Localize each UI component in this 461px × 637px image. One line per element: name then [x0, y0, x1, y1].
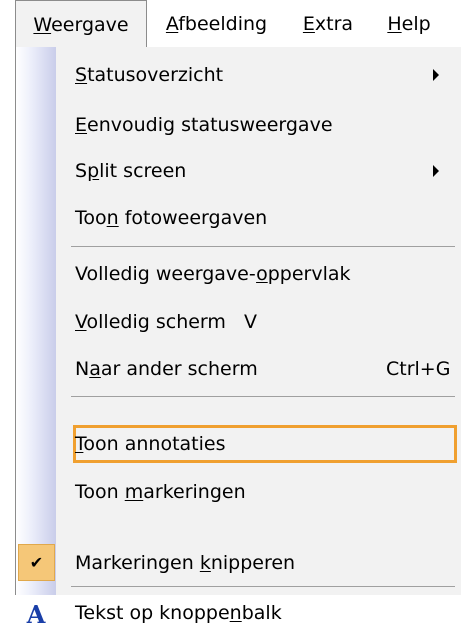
menu-item-tekst-op-knoppenbalk[interactable]: Tekst op knoppenbalk	[16, 589, 461, 637]
menu-item-label: Naar ander scherm	[75, 358, 258, 380]
menu-item-eenvoudig-statusweergave[interactable]: Eenvoudig statusweergave	[16, 101, 461, 149]
menu-item-label: Tekst op knoppenbalk	[75, 602, 282, 624]
menu-item-label: Toon fotoweergaven	[75, 207, 268, 229]
menu-separator	[71, 246, 455, 247]
menu-item-toon-fotoweergaven[interactable]: Toon fotoweergaven	[16, 194, 461, 242]
menu-item-label: Volledig weergave-oppervlak	[75, 263, 351, 285]
menu-item-toon-annotaties[interactable]: Toon annotaties	[16, 420, 461, 468]
menu-separator	[71, 396, 455, 397]
menu-item-volledig-scherm[interactable]: Volledig scherm V	[16, 298, 461, 346]
menu-help[interactable]: Help	[375, 0, 443, 48]
menu-item-label: Markeringen knipperen	[75, 552, 296, 574]
menu-bar-label: Help	[387, 13, 431, 35]
menu-extra[interactable]: Extra	[289, 0, 367, 48]
menu-afbeelding[interactable]: Afbeelding	[150, 0, 283, 48]
menu-item-volledig-weergave-oppervlak[interactable]: Volledig weergave-oppervlak	[16, 250, 461, 298]
menu-item-label: Split screen	[75, 160, 187, 182]
menu-item-label: Eenvoudig statusweergave	[75, 114, 333, 136]
weergave-dropdown-menu: Statusoverzicht Eenvoudig statusweergave…	[15, 47, 461, 629]
menu-item-label: Toon markeringen	[75, 481, 246, 503]
menu-weergave[interactable]: Weergave	[15, 0, 147, 48]
submenu-arrow-icon	[433, 165, 439, 177]
menu-item-label: Volledig scherm V	[75, 311, 258, 333]
menu-item-naar-ander-scherm[interactable]: Naar ander scherm Ctrl+G	[16, 345, 461, 393]
menu-bar-label: Extra	[302, 13, 354, 35]
menu-item-toon-markeringen[interactable]: Toon markeringen	[16, 468, 461, 516]
menu-separator	[71, 586, 455, 587]
menu-bar-label: Weergave	[33, 13, 129, 36]
menu-item-markeringen-knipperen[interactable]: Markeringen knipperen	[16, 539, 461, 587]
menu-item-split-screen[interactable]: Split screen	[16, 147, 461, 195]
menu-bar-label: Afbeelding	[165, 13, 268, 35]
menu-item-statusoverzicht[interactable]: Statusoverzicht	[16, 51, 461, 99]
menu-item-label: Statusoverzicht	[75, 64, 224, 86]
menu-item-shortcut: Ctrl+G	[386, 358, 451, 380]
menu-item-label: Toon annotaties	[75, 433, 226, 455]
submenu-arrow-icon	[433, 69, 439, 81]
menu-bar: Weergave Afbeelding Extra Help	[0, 0, 461, 48]
